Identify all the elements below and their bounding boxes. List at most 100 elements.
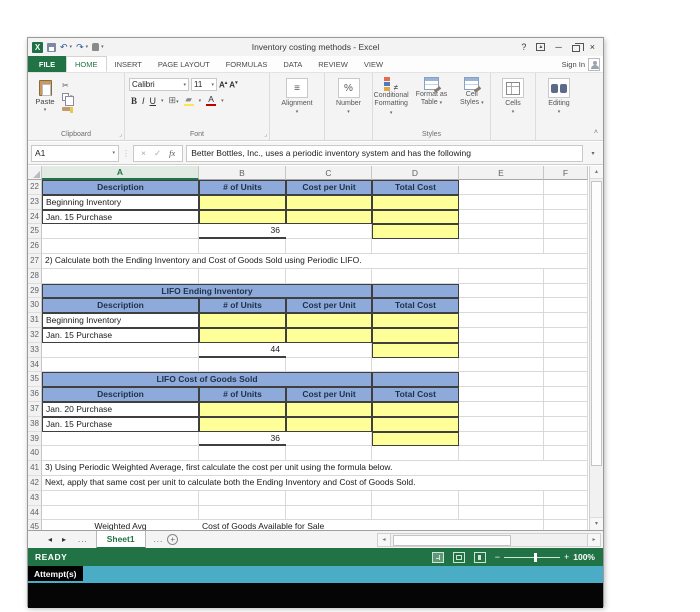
cell-E30[interactable]	[459, 298, 544, 314]
row-header-25[interactable]: 25	[28, 224, 42, 240]
cell-F39[interactable]	[544, 431, 588, 447]
cell-C37[interactable]	[286, 401, 372, 417]
cell-A42[interactable]: Next, apply that same cost per unit to c…	[42, 475, 544, 491]
cell-C36[interactable]: Cost per Unit	[286, 387, 372, 402]
cell-B24[interactable]	[199, 209, 286, 225]
cell-E25[interactable]	[459, 224, 544, 240]
tab-formulas[interactable]: FORMULAS	[218, 56, 276, 72]
cell-D22[interactable]: Total Cost	[372, 180, 459, 195]
cell-D25[interactable]	[372, 224, 459, 240]
cell-A27[interactable]: 2) Calculate both the Ending Inventory a…	[42, 253, 544, 269]
zoom-out-icon[interactable]: −	[495, 552, 500, 562]
cell-F40[interactable]	[544, 446, 588, 462]
ribbon-display-options-icon[interactable]: ▴	[536, 43, 546, 51]
cell-A37[interactable]: Jan. 20 Purchase	[42, 401, 199, 417]
cell-C43[interactable]	[286, 490, 372, 506]
cell-A29[interactable]: LIFO Ending Inventory	[42, 283, 372, 299]
sign-in[interactable]: Sign In	[562, 56, 603, 72]
cell-E23[interactable]	[459, 194, 544, 210]
page-layout-view-icon[interactable]	[452, 551, 465, 563]
column-header-A[interactable]: A	[42, 166, 199, 180]
row-header-26[interactable]: 26	[28, 239, 42, 254]
row-header-33[interactable]: 33	[28, 342, 42, 358]
scroll-right-icon[interactable]: ▸	[587, 532, 601, 547]
cell-C44[interactable]	[286, 505, 372, 521]
cell-D39[interactable]	[372, 431, 459, 447]
cell-D35[interactable]	[372, 372, 459, 388]
cell-C25[interactable]	[286, 224, 372, 240]
cell-F23[interactable]	[544, 194, 588, 210]
row-header-32[interactable]: 32	[28, 327, 42, 343]
cell-C23[interactable]	[286, 194, 372, 210]
cell-A25[interactable]	[42, 224, 199, 240]
cell-C34[interactable]	[286, 357, 372, 373]
enter-icon[interactable]: ✓	[154, 148, 161, 159]
cell-A26[interactable]	[42, 239, 199, 254]
row-header-45[interactable]: 45	[28, 520, 42, 530]
cell-D31[interactable]	[372, 313, 459, 328]
cell-F45[interactable]	[544, 520, 588, 530]
tab-page-layout[interactable]: PAGE LAYOUT	[150, 56, 218, 72]
cell-C39[interactable]	[286, 431, 372, 447]
row-header-35[interactable]: 35	[28, 372, 42, 388]
formula-bar-handle[interactable]: ⋮	[122, 149, 130, 158]
next-sheet-icon[interactable]: ▸	[62, 535, 66, 544]
column-header-F[interactable]: F	[544, 166, 588, 180]
cell-B22[interactable]: # of Units	[199, 180, 286, 195]
prev-sheet-icon[interactable]: ◂	[48, 535, 52, 544]
paste-dropdown-icon[interactable]: ▾	[44, 107, 47, 113]
tab-home[interactable]: HOME	[66, 56, 107, 72]
cell-E29[interactable]	[459, 283, 544, 299]
sheet-tab-sheet1[interactable]: Sheet1	[95, 530, 146, 549]
row-header-34[interactable]: 34	[28, 357, 42, 373]
cut-button[interactable]: ✂	[62, 80, 73, 90]
cell-C26[interactable]	[286, 239, 372, 254]
cell-F24[interactable]	[544, 209, 588, 225]
zoom-level[interactable]: 100%	[573, 552, 595, 562]
new-sheet-icon[interactable]: +	[167, 534, 179, 545]
close-icon[interactable]: ×	[590, 42, 595, 52]
cell-C32[interactable]	[286, 327, 372, 343]
cell-A40[interactable]	[42, 446, 199, 462]
formula-input[interactable]: Better Bottles, Inc., uses a periodic in…	[186, 144, 583, 162]
cell-E32[interactable]	[459, 327, 544, 343]
editing-button[interactable]	[548, 78, 570, 98]
insert-function-icon[interactable]: fx	[169, 148, 175, 158]
cell-A45[interactable]: Weighted Avg	[42, 520, 199, 530]
cell-F30[interactable]	[544, 298, 588, 314]
cell-B45[interactable]: Cost of Goods Available for Sale	[199, 520, 459, 530]
cell-D30[interactable]: Total Cost	[372, 298, 459, 314]
row-header-27[interactable]: 27	[28, 253, 42, 269]
cell-F36[interactable]	[544, 387, 588, 402]
cell-B39[interactable]: 36	[199, 431, 286, 447]
cell-D37[interactable]	[372, 401, 459, 417]
font-size-select[interactable]: 11 ▾	[191, 78, 217, 91]
collapse-ribbon-icon[interactable]: ˄	[594, 129, 598, 136]
row-header-31[interactable]: 31	[28, 313, 42, 328]
tab-view[interactable]: VIEW	[356, 56, 391, 72]
cell-C22[interactable]: Cost per Unit	[286, 180, 372, 195]
cell-F34[interactable]	[544, 357, 588, 373]
cell-A36[interactable]: Description	[42, 387, 199, 402]
cell-A33[interactable]	[42, 342, 199, 358]
cell-E40[interactable]	[459, 446, 544, 462]
cell-B25[interactable]: 36	[199, 224, 286, 240]
cell-C24[interactable]	[286, 209, 372, 225]
cell-A22[interactable]: Description	[42, 180, 199, 195]
cell-E26[interactable]	[459, 239, 544, 254]
cell-E33[interactable]	[459, 342, 544, 358]
cell-E31[interactable]	[459, 313, 544, 328]
cell-F32[interactable]	[544, 327, 588, 343]
underline-dropdown-icon[interactable]: ▾	[161, 98, 164, 104]
cell-D43[interactable]	[372, 490, 459, 506]
select-all-corner[interactable]	[28, 166, 42, 180]
cell-A44[interactable]	[42, 505, 199, 521]
cell-F37[interactable]	[544, 401, 588, 417]
zoom-slider-thumb[interactable]	[533, 552, 537, 562]
cell-F33[interactable]	[544, 342, 588, 358]
column-header-D[interactable]: D	[372, 166, 459, 180]
cell-A28[interactable]	[42, 268, 199, 284]
cell-F25[interactable]	[544, 224, 588, 240]
row-header-40[interactable]: 40	[28, 446, 42, 462]
underline-button[interactable]: U	[150, 96, 157, 106]
